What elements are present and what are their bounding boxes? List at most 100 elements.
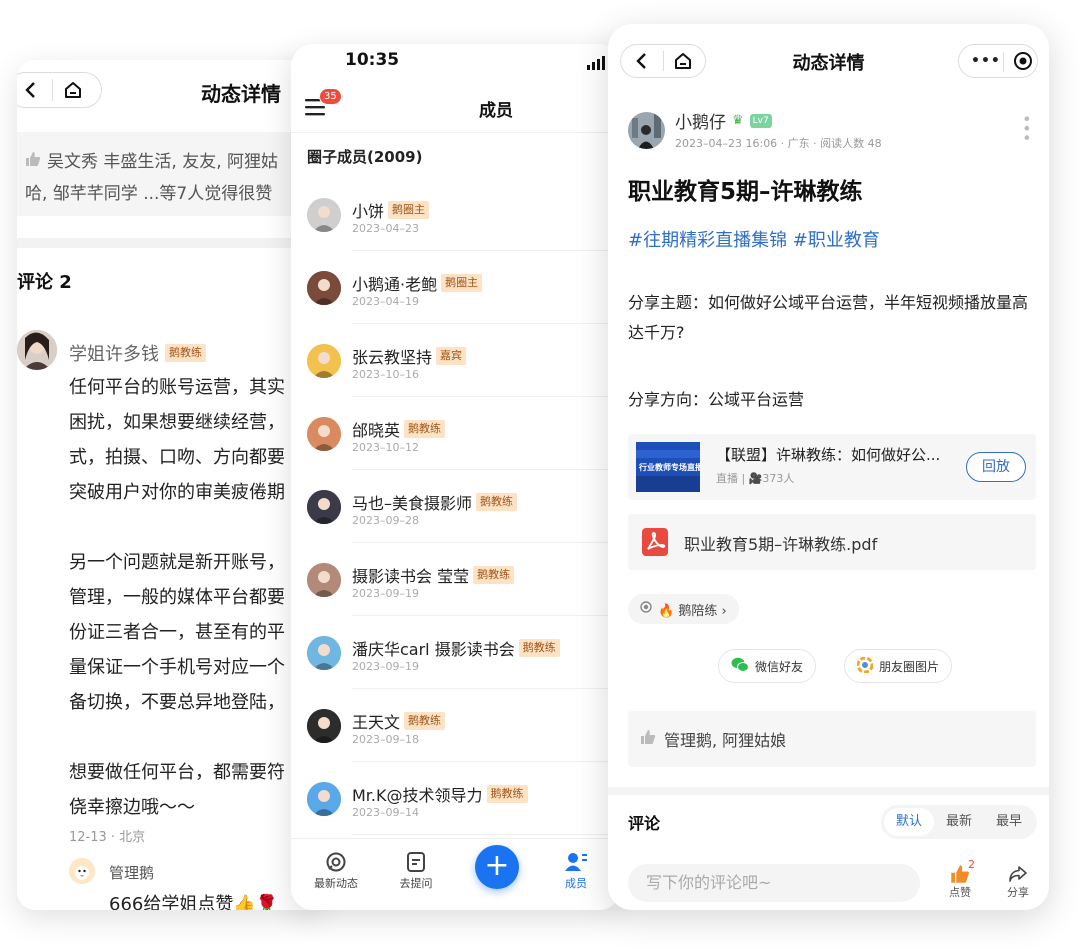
- avatar[interactable]: [17, 330, 57, 370]
- comment-input[interactable]: 写下你的评论吧~: [628, 864, 920, 902]
- chip-label: 🔥 鹅陪练 ›: [658, 603, 727, 619]
- comment-line: [69, 720, 309, 755]
- member-item[interactable]: 王天文 鹅教练 2023–09–18: [291, 689, 621, 762]
- share-icon: [998, 860, 1038, 884]
- level-badge: Lv7: [749, 113, 772, 128]
- hashtags[interactable]: #往期精彩直播集锦 #职业教育: [628, 226, 880, 252]
- back-icon[interactable]: [24, 81, 36, 103]
- tab-bar: 最新动态 去提问 + 成员: [291, 838, 621, 910]
- tab-ask[interactable]: 去提问: [381, 849, 451, 891]
- comment-line: 份证三者合一，甚至有的平: [69, 622, 285, 643]
- member-item[interactable]: 小鹅通·老鲍 鹅圈主 2023–04–19: [291, 251, 621, 324]
- comment-header: 评论: [628, 814, 661, 833]
- member-role-tag: 鹅教练: [486, 785, 528, 803]
- member-avatar[interactable]: [307, 636, 341, 670]
- comment-line: 备切换，不要总异地登陆，: [69, 692, 285, 713]
- author-name[interactable]: 小鹅仔: [675, 108, 726, 133]
- tab-members-label: 成员: [565, 877, 587, 890]
- like-button[interactable]: 2 点赞: [940, 858, 980, 900]
- likes-names: 吴文秀 丰盛生活, 友友, 阿狸姑: [47, 152, 279, 172]
- like-count: 2: [968, 858, 975, 871]
- member-item[interactable]: 邰晓英 鹅教练 2023–10–12: [291, 397, 621, 470]
- comment-line: 突破用户对你的审美疲倦期: [69, 482, 285, 503]
- status-time: 10:35: [345, 50, 400, 70]
- share-wechat-label: 微信好友: [755, 659, 804, 674]
- member-avatar[interactable]: [307, 271, 341, 305]
- member-avatar[interactable]: [307, 417, 341, 451]
- member-avatar[interactable]: [307, 709, 341, 743]
- divider: [608, 787, 1049, 795]
- pdf-attachment[interactable]: 职业教育5期–许琳教练.pdf: [628, 514, 1036, 570]
- member-name-row: 马也–美食摄影师 鹅教练: [352, 490, 518, 514]
- comment-line: 侥幸擦边哦～～: [69, 797, 195, 818]
- member-join-date: 2023–10–12: [352, 441, 419, 454]
- commenter: 学姐许多钱 鹅教练: [69, 340, 206, 366]
- member-role-tag: 鹅教练: [404, 712, 446, 730]
- author-avatar[interactable]: [628, 112, 665, 149]
- page-title: 成员: [479, 101, 513, 121]
- member-list: 小饼 鹅圈主 2023–04–23 小鹅通·老鲍 鹅圈主 2023–04–19 张云教坚持嘉…: [291, 178, 621, 835]
- sort-newest[interactable]: 最新: [934, 808, 984, 836]
- circle-chip[interactable]: 🔥 鹅陪练 ›: [628, 594, 739, 624]
- more-icon[interactable]: •••: [971, 53, 1001, 69]
- add-button[interactable]: +: [475, 845, 519, 889]
- like-icon: 2: [940, 858, 980, 884]
- comment-line: [69, 510, 309, 545]
- comment-line: 管理，一般的媒体平台都要: [69, 587, 285, 608]
- commenter-name[interactable]: 学姐许多钱: [69, 340, 159, 366]
- comment-sort: 默认 最新 最早: [880, 805, 1037, 839]
- tab-members[interactable]: 成员: [541, 849, 611, 891]
- member-join-date: 2023–04–23: [352, 222, 419, 235]
- comment-line: 任何平台的账号运营，其实: [69, 377, 285, 398]
- sort-oldest[interactable]: 最早: [984, 808, 1034, 836]
- member-avatar[interactable]: [307, 490, 341, 524]
- member-avatar[interactable]: [307, 563, 341, 597]
- member-join-date: 2023–04–19: [352, 295, 419, 308]
- sort-default[interactable]: 默认: [883, 808, 934, 836]
- member-avatar[interactable]: [307, 344, 341, 378]
- live-meta: 直播 | 🎥373人: [716, 472, 795, 485]
- post-detail-screen: 动态详情 ••• 小鹅仔 ♛ Lv7 2023–04–23 16:06 · 广东…: [608, 24, 1049, 910]
- tab-feed[interactable]: 最新动态: [301, 849, 371, 891]
- post-more-icon[interactable]: •••: [1017, 114, 1036, 142]
- member-name-row: 王天文 鹅教练: [352, 709, 446, 733]
- like-label: 点赞: [949, 886, 971, 899]
- share-button[interactable]: 分享: [998, 860, 1038, 900]
- post-meta: 2023–04–23 16:06 · 广东 · 阅读人数 48: [675, 137, 882, 150]
- share-moments-button[interactable]: 朋友圈图片: [844, 649, 953, 683]
- member-item[interactable]: 小饼 鹅圈主 2023–04–23: [291, 178, 621, 251]
- close-mini-program-icon[interactable]: [1013, 51, 1033, 75]
- member-join-date: 2023–09–18: [352, 733, 419, 746]
- divider: [17, 238, 317, 248]
- member-role-tag: 鹅教练: [404, 420, 446, 438]
- member-item[interactable]: 张云教坚持 嘉宾 2023–10–16: [291, 324, 621, 397]
- replay-button[interactable]: 回放: [966, 452, 1026, 482]
- reply-text: 666给学姐点赞👍🌹: [109, 894, 279, 910]
- member-name-row: 小饼 鹅圈主: [352, 198, 430, 222]
- page-title: 动态详情: [201, 82, 281, 106]
- feed-icon: [301, 849, 371, 875]
- tab-ask-label: 去提问: [399, 877, 433, 890]
- member-name-row: 潘庆华carl 摄影读书会 鹅教练: [352, 636, 560, 660]
- member-name: 小鹅通·老鲍: [352, 275, 438, 294]
- member-item[interactable]: Mr.K@技术领导力 鹅教练 2023–09–14: [291, 762, 621, 835]
- home-icon[interactable]: [63, 80, 83, 104]
- live-card[interactable]: 行业教师专场直播 【联盟】许琳教练：如何做好公... 直播 | 🎥373人 回放: [628, 434, 1036, 500]
- member-item[interactable]: 马也–美食摄影师 鹅教练 2023–09–28: [291, 470, 621, 543]
- member-role-tag: 鹅圈主: [441, 274, 483, 292]
- member-item[interactable]: 摄影读书会 莹莹 鹅教练 2023–09–19: [291, 543, 621, 616]
- share-label: 分享: [1007, 886, 1029, 899]
- member-name-row: 邰晓英 鹅教练: [352, 417, 446, 441]
- comment-line: 困扰，如果想要继续经营，: [69, 412, 285, 433]
- member-join-date: 2023–09–19: [352, 587, 419, 600]
- likes-box: 管理鹅, 阿狸姑娘: [628, 711, 1036, 767]
- member-role-tag: 鹅教练: [473, 566, 515, 584]
- moments-icon: [856, 656, 874, 676]
- wechat-icon: [731, 657, 749, 676]
- comment-header: 评论 2: [17, 272, 72, 293]
- share-wechat-button[interactable]: 微信好友: [718, 649, 817, 683]
- members-icon: [541, 849, 611, 875]
- member-avatar[interactable]: [307, 782, 341, 816]
- member-avatar[interactable]: [307, 198, 341, 232]
- member-item[interactable]: 潘庆华carl 摄影读书会 鹅教练 2023–09–19: [291, 616, 621, 689]
